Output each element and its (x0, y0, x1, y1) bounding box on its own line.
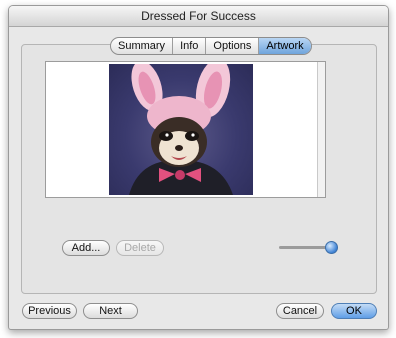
dialog-window: Dressed For Success Summary Info Options… (8, 5, 389, 330)
artwork-scrollbar[interactable] (317, 62, 325, 197)
artwork-size-slider[interactable] (279, 246, 331, 249)
tab-bar: Summary Info Options Artwork (110, 37, 312, 55)
artwork-size-slider-knob[interactable] (325, 241, 338, 254)
tab-options[interactable]: Options (206, 38, 260, 54)
delete-artwork-button[interactable]: Delete (116, 240, 164, 256)
next-button[interactable]: Next (83, 303, 138, 319)
tab-info[interactable]: Info (173, 38, 207, 54)
add-artwork-button[interactable]: Add... (62, 240, 110, 256)
ferret-artwork-picture (129, 64, 233, 195)
tab-artwork[interactable]: Artwork (259, 38, 311, 54)
previous-button[interactable]: Previous (22, 303, 77, 319)
window-title: Dressed For Success (141, 9, 256, 23)
ok-button[interactable]: OK (331, 303, 377, 319)
cancel-button[interactable]: Cancel (276, 303, 324, 319)
artwork-well[interactable] (45, 61, 326, 198)
artwork-image (109, 64, 253, 195)
tab-summary[interactable]: Summary (111, 38, 174, 54)
title-bar: Dressed For Success (9, 6, 388, 27)
